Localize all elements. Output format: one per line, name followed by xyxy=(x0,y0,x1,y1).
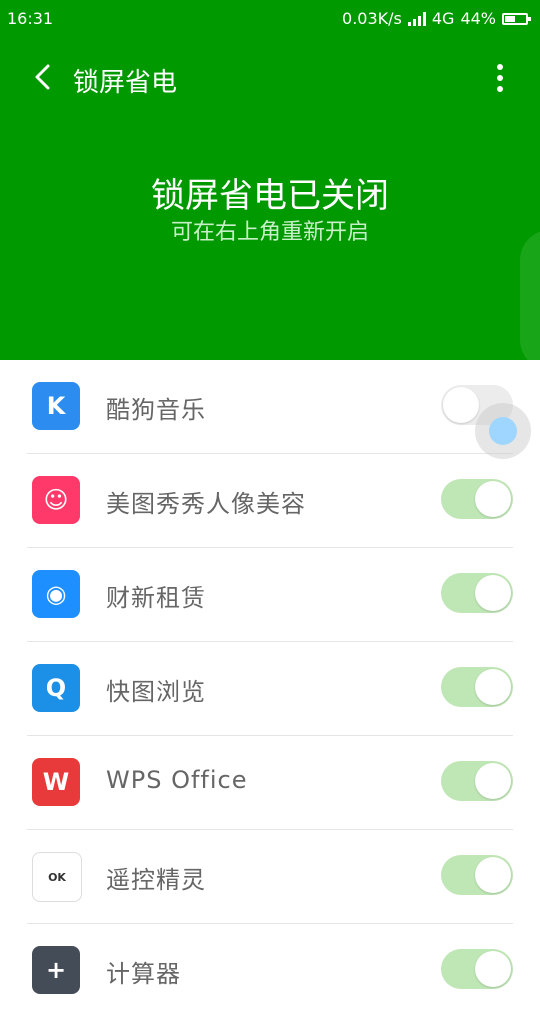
meitu-icon: ☺ xyxy=(32,476,80,524)
caixin-icon: ◉ xyxy=(32,570,80,618)
page-title: 锁屏省电 xyxy=(73,68,178,98)
list-item: W WPS Office xyxy=(27,736,513,830)
toggle-knob xyxy=(443,387,479,423)
battery-percent: 44% xyxy=(460,9,496,28)
app-bar: 锁屏省电 xyxy=(0,40,540,120)
status-bar: 16:31 0.03K/s 4G 44% xyxy=(0,0,540,40)
list-item: K 酷狗音乐 xyxy=(27,360,531,459)
banner-heading: 锁屏省电已关闭 xyxy=(151,176,389,216)
app-name: WPS Office xyxy=(106,766,248,794)
network-type: 4G xyxy=(431,9,455,28)
toggle-knob xyxy=(475,575,511,611)
banner-subheading: 可在右上角重新开启 xyxy=(170,220,369,245)
calculator-icon: + xyxy=(32,946,80,994)
lock-save-toggle[interactable] xyxy=(441,573,513,613)
app-name: 财新租赁 xyxy=(106,584,206,612)
quickpic-icon: Q xyxy=(32,664,80,712)
app-name: 计算器 xyxy=(106,960,181,988)
app-name: 酷狗音乐 xyxy=(106,396,206,424)
kugou-icon: K xyxy=(32,382,80,430)
toggle-knob xyxy=(475,481,511,517)
app-name: 遥控精灵 xyxy=(106,866,206,894)
back-arrow-icon[interactable] xyxy=(30,62,60,92)
network-speed: 0.03K/s xyxy=(342,9,402,28)
toggle-knob xyxy=(475,951,511,987)
list-item: ◉ 财新租赁 xyxy=(27,548,513,642)
status-right: 0.03K/s 4G 44% xyxy=(342,9,531,28)
lock-save-toggle[interactable] xyxy=(441,479,513,519)
lock-save-toggle[interactable] xyxy=(441,761,513,801)
signal-icon xyxy=(407,11,426,26)
battery-icon xyxy=(502,12,531,25)
list-item: ☺ 美图秀秀人像美容 xyxy=(27,454,513,548)
app-name: 快图浏览 xyxy=(106,678,206,706)
app-list: K 酷狗音乐 ☺ 美图秀秀人像美容 ◉ 财新租赁 Q 快图浏览 W WPS Office OK 遥控精… xyxy=(0,360,540,1017)
lock-save-toggle[interactable] xyxy=(441,949,513,989)
lock-save-toggle[interactable] xyxy=(441,667,513,707)
lock-save-toggle[interactable] xyxy=(441,855,513,895)
list-item: Q 快图浏览 xyxy=(27,642,513,736)
lock-save-toggle[interactable] xyxy=(441,385,531,459)
list-item: OK 遥控精灵 xyxy=(27,830,513,924)
list-item: + 计算器 xyxy=(27,924,513,1017)
app-name: 美图秀秀人像美容 xyxy=(106,490,306,518)
touch-indicator xyxy=(475,403,531,459)
status-time: 16:31 xyxy=(7,9,54,28)
toggle-knob xyxy=(475,763,511,799)
status-banner: 锁屏省电已关闭 可在右上角重新开启 xyxy=(0,120,540,360)
more-vert-icon[interactable] xyxy=(490,64,510,94)
wps-icon: W xyxy=(32,758,80,806)
edge-handle[interactable] xyxy=(520,230,540,360)
toggle-knob xyxy=(475,669,511,705)
remote-icon: OK xyxy=(32,852,82,902)
toggle-knob xyxy=(475,857,511,893)
